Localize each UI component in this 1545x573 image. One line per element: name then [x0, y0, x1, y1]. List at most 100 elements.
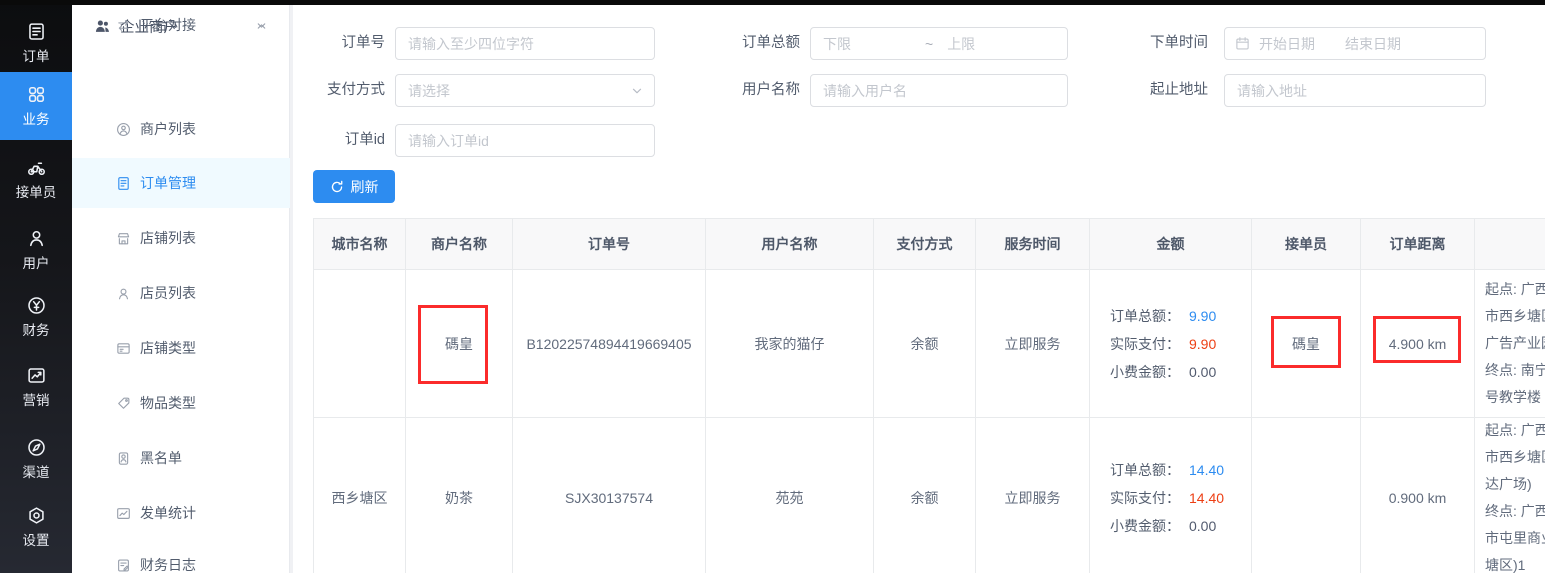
business-grid-icon [27, 85, 46, 104]
address-line: 终点: 广西 [1485, 498, 1545, 525]
address-line: 市西乡塘区 [1485, 444, 1545, 471]
col-header-city: 城市名称 [314, 219, 406, 270]
user-icon [27, 229, 46, 248]
amount-paid-value: 9.90 [1180, 330, 1240, 358]
cell-service-time: 立即服务 [976, 270, 1090, 418]
submenu-item-merchant-list[interactable]: 商户列表 [72, 104, 290, 154]
submenu-item-blacklist[interactable]: 黑名单 [72, 433, 290, 483]
address-line: 起点: 广西 [1485, 418, 1545, 444]
col-header-courier: 接单员 [1252, 219, 1361, 270]
cell-merchant: 奶茶 [406, 418, 513, 573]
nav-item-users[interactable]: 用户 [0, 224, 72, 286]
amount-paid-value: 14.40 [1180, 484, 1240, 512]
amount-total-value: 14.40 [1180, 456, 1240, 484]
order-no-input[interactable] [395, 27, 655, 60]
order-total-range[interactable]: 下限 ~ 上限 [810, 27, 1068, 60]
refresh-icon [330, 180, 344, 194]
table-row: 碼皇 B12022574894419669405 我家的猫仔 余额 立即服务 订… [314, 270, 1545, 418]
nav-item-channels[interactable]: 渠道 [0, 433, 72, 495]
col-header-service-time: 服务时间 [976, 219, 1090, 270]
amount-tip-label: 小费金额： [1094, 512, 1180, 540]
submenu-item-finance-log[interactable]: 财务日志 [72, 540, 290, 573]
cell-user: 苑苑 [706, 418, 874, 573]
refresh-button-label: 刷新 [351, 177, 379, 197]
submenu-item-label: 订单管理 [140, 173, 196, 193]
order-id-input[interactable] [395, 124, 655, 157]
cell-service-time: 立即服务 [976, 418, 1090, 573]
pay-method-select[interactable]: 请选择 [395, 74, 655, 107]
nav-item-settings[interactable]: 设置 [0, 501, 72, 563]
pay-method-placeholder: 请选择 [408, 81, 450, 101]
nav-item-label: 渠道 [23, 461, 50, 481]
table-header-row: 城市名称 商户名称 订单号 用户名称 支付方式 服务时间 金额 接单员 订单距离 [314, 219, 1545, 270]
user-name-input[interactable] [810, 74, 1068, 107]
submenu-sidebar: 企业商户 商户列表 订单管理 店铺列表 店员列表 店铺类型 物品类型 黑名单 发… [72, 0, 290, 573]
refresh-button[interactable]: 刷新 [313, 170, 395, 203]
col-header-user: 用户名称 [706, 219, 874, 270]
chevron-down-icon [255, 19, 268, 32]
main-content: 订单号 支付方式 请选择 订单id 订单总额 下限 ~ 上限 用户名称 下单时间… [290, 5, 1545, 573]
address-line: 终点: 南宁 [1485, 357, 1545, 384]
amount-tip-value: 0.00 [1180, 512, 1240, 540]
finance-log-icon [116, 558, 131, 573]
nav-item-label: 用户 [23, 252, 50, 272]
annotation-box-distance [1373, 316, 1461, 363]
col-header-merchant: 商户名称 [406, 219, 513, 270]
cell-amount: 订单总额：9.90 实际支付：9.90 小费金额：0.00 [1090, 270, 1252, 418]
submenu-item-clerk-list[interactable]: 店员列表 [72, 268, 290, 318]
submenu-item-dispatch-stats[interactable]: 发单统计 [72, 488, 290, 538]
amount-tip-value: 0.00 [1180, 358, 1240, 386]
start-date-placeholder: 开始日期 [1259, 34, 1315, 54]
nav-item-orders[interactable]: 订单 [0, 17, 72, 79]
dispatch-stats-icon [116, 506, 131, 521]
address-line: 起点: 广西 [1485, 276, 1545, 303]
order-id-label: 订单id [303, 124, 385, 157]
order-time-label: 下单时间 [1118, 27, 1208, 60]
cell-address: 起点: 广西 市西乡塘区 广告产业园 终点: 南宁 号教学楼 [1475, 270, 1545, 418]
cell-user: 我家的猫仔 [706, 270, 874, 418]
nav-item-marketing[interactable]: 营销 [0, 361, 72, 423]
cell-order-no: B12022574894419669405 [513, 270, 706, 418]
submenu-item-label: 店铺列表 [140, 228, 196, 248]
orders-table: 城市名称 商户名称 订单号 用户名称 支付方式 服务时间 金额 接单员 订单距离… [313, 218, 1545, 573]
pay-method-label: 支付方式 [303, 74, 385, 107]
platform-link-icon [116, 18, 131, 33]
submenu-item-label: 店员列表 [140, 283, 196, 303]
nav-item-label: 业务 [23, 108, 50, 128]
nav-item-label: 设置 [23, 529, 50, 549]
order-time-range-picker[interactable]: 开始日期 结束日期 [1224, 27, 1486, 60]
nav-item-business[interactable]: 业务 [0, 72, 72, 140]
clerk-list-icon [116, 286, 131, 301]
table-row: 西乡塘区 奶茶 SJX30137574 苑苑 余额 立即服务 订单总额：14.4… [314, 418, 1545, 573]
submenu-item-shop-type[interactable]: 店铺类型 [72, 323, 290, 373]
address-line: 达广场) [1485, 471, 1532, 498]
submenu-item-platform-link[interactable]: 平台对接 [72, 0, 290, 50]
amount-total-label: 订单总额： [1094, 302, 1180, 330]
cell-amount: 订单总额：14.40 实际支付：14.40 小费金额：0.00 [1090, 418, 1252, 573]
finance-coin-icon [27, 296, 46, 315]
marketing-chart-icon [27, 366, 46, 385]
annotation-box-merchant [418, 305, 488, 384]
nav-item-label: 财务 [23, 319, 50, 339]
nav-item-finance[interactable]: 财务 [0, 291, 72, 353]
cell-distance: 0.900 km [1361, 418, 1475, 573]
shop-type-icon [116, 341, 131, 356]
submenu-item-order-management[interactable]: 订单管理 [72, 158, 290, 208]
col-header-amount: 金额 [1090, 219, 1252, 270]
address-line: 塘区)1 [1485, 552, 1525, 573]
col-header-address [1475, 219, 1545, 270]
address-input[interactable] [1224, 74, 1486, 107]
amount-tip-label: 小费金额： [1094, 358, 1180, 386]
submenu-item-label: 店铺类型 [140, 338, 196, 358]
submenu-item-label: 商户列表 [140, 119, 196, 139]
settings-gear-icon [27, 506, 46, 525]
submenu-item-item-type[interactable]: 物品类型 [72, 378, 290, 428]
channel-compass-icon [27, 438, 46, 457]
order-doc-icon [27, 22, 46, 41]
address-line: 市屯里商业 [1485, 525, 1545, 552]
address-line: 广告产业园 [1485, 330, 1545, 357]
annotation-box-courier [1271, 316, 1341, 368]
nav-item-couriers[interactable]: 接单员 [0, 153, 72, 215]
address-line: 市西乡塘区 [1485, 303, 1545, 330]
submenu-item-shop-list[interactable]: 店铺列表 [72, 213, 290, 263]
